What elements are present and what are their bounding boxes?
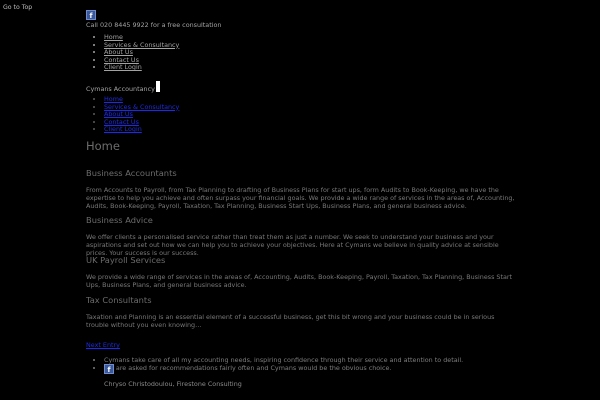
sub-nav-item-client-login: Client Login — [104, 125, 179, 133]
section-heading-business-advice: Business Advice — [86, 215, 153, 225]
top-nav-item-home: Home — [104, 33, 179, 41]
section-heading-uk-payroll: UK Payroll Services — [86, 255, 166, 265]
section-heading-business-accountants: Business Accountants — [86, 168, 177, 178]
testimonials-list: Cymans take care of all my accounting ne… — [94, 356, 463, 372]
testimonial-author: Chryso Christodoulou, Firestone Consulti… — [104, 380, 242, 388]
brand-name: Cymans Accountancy — [86, 85, 155, 93]
facebook-icon[interactable]: f — [86, 10, 96, 20]
brand-logo — [155, 81, 160, 92]
top-nav-item-about: About Us — [104, 48, 179, 56]
next-entry-link[interactable]: Next Entry — [86, 341, 120, 349]
page-title: Home — [86, 139, 120, 153]
section-heading-tax-consultants: Tax Consultants — [86, 295, 152, 305]
section-text-business-accountants: From Accounts to Payroll, from Tax Plann… — [86, 186, 515, 210]
sub-nav-item-services: Services & Consultancy — [104, 103, 179, 111]
top-nav: Home Services & Consultancy About Us Con… — [94, 33, 179, 71]
sub-nav-item-home: Home — [104, 95, 179, 103]
top-nav-item-contact: Contact Us — [104, 56, 179, 64]
facebook-icon[interactable]: f — [104, 364, 114, 374]
go-to-top-link[interactable]: Go to Top — [3, 4, 32, 12]
sub-nav-item-about: About Us — [104, 110, 179, 118]
top-nav-link-client-login[interactable]: Client Login — [104, 63, 142, 71]
testimonial-quote: Cymans take care of all my accounting ne… — [104, 356, 463, 364]
section-text-uk-payroll: We provide a wide range of services in t… — [86, 273, 513, 289]
top-nav-item-services: Services & Consultancy — [104, 41, 179, 49]
sub-nav: Home Services & Consultancy About Us Con… — [94, 95, 179, 133]
section-text-business-advice: We offer clients a personalised service … — [86, 233, 499, 257]
call-text: Call 020 8445 9922 for a free consultati… — [86, 21, 222, 29]
top-nav-item-client-login: Client Login — [104, 63, 179, 71]
sub-nav-link-client-login[interactable]: Client Login — [104, 125, 142, 133]
testimonial-quote: We are asked for recommendations fairly … — [104, 364, 463, 372]
brand: Cymans Accountancy — [86, 81, 160, 93]
sub-nav-item-contact: Contact Us — [104, 118, 179, 126]
section-text-tax-consultants: Taxation and Planning is an essential el… — [86, 313, 495, 329]
